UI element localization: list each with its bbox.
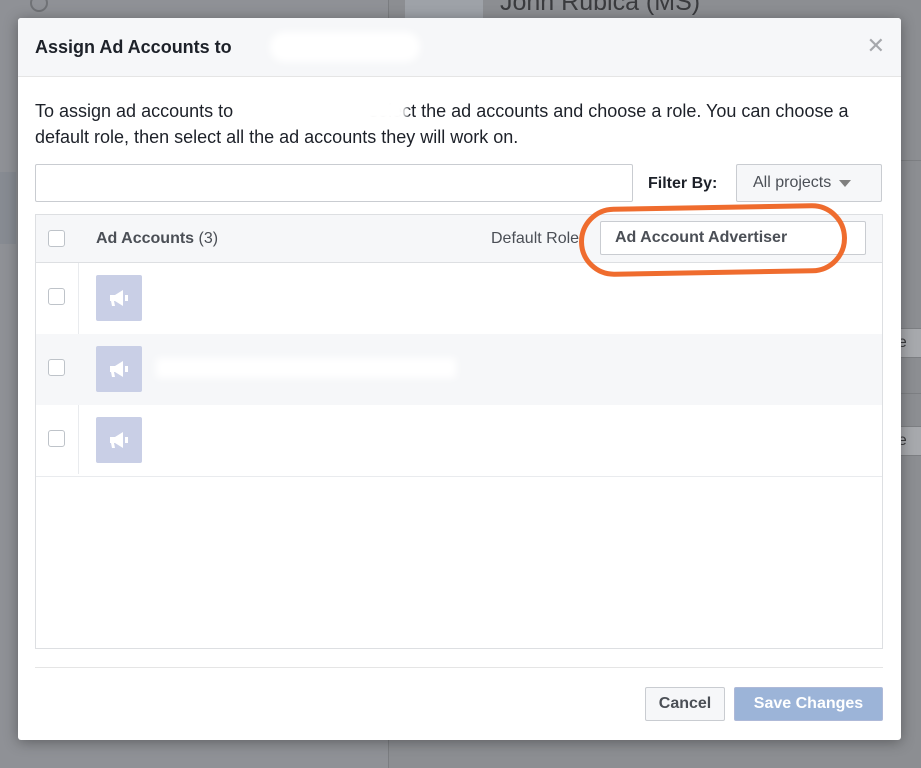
table-header: Ad Accounts (3) Default Role: Ad Account… (36, 202, 882, 278)
footer-divider (35, 667, 883, 668)
table-row[interactable] (36, 334, 882, 405)
redacted-account-name (156, 287, 306, 307)
ad-account-icon (96, 346, 142, 392)
ad-accounts-header-label: Ad Accounts (96, 230, 195, 247)
ad-accounts-table: Ad Accounts (3) Default Role: Ad Account… (35, 202, 883, 649)
cancel-button[interactable]: Cancel (645, 687, 725, 721)
profile-avatar (405, 0, 483, 20)
row-checkbox[interactable] (48, 288, 65, 305)
dialog-header: Assign Ad Accounts to ✕ (18, 18, 901, 77)
dialog-instructions: To assign ad accounts to select the ad ac… (35, 98, 875, 150)
background-profile-name: John Rublca (MS) (500, 0, 701, 16)
ad-accounts-count: (3) (198, 230, 219, 247)
redacted-account-name (156, 429, 236, 449)
chevron-down-icon (839, 179, 852, 187)
ad-accounts-column-header: Ad Accounts (3) (96, 230, 218, 248)
close-icon[interactable]: ✕ (867, 35, 885, 57)
background-divider (900, 393, 921, 394)
ad-account-icon (96, 275, 142, 321)
ad-account-icon (96, 417, 142, 463)
background-divider (900, 160, 921, 161)
select-all-checkbox[interactable] (48, 230, 65, 247)
search-input[interactable] (35, 164, 633, 202)
table-row[interactable] (36, 263, 882, 334)
filter-projects-dropdown[interactable]: All projects (736, 164, 882, 202)
redacted-account-name (156, 358, 456, 378)
background-side-strip (0, 172, 16, 244)
dialog-title: Assign Ad Accounts to (35, 37, 232, 57)
megaphone-icon (110, 432, 128, 448)
filter-dropdown-value: All projects (753, 174, 832, 191)
save-changes-button[interactable]: Save Changes (734, 687, 883, 721)
assign-ad-accounts-dialog: Assign Ad Accounts to ✕ To assign ad acc… (18, 18, 901, 740)
table-row[interactable] (36, 405, 882, 477)
redacted-user-name (270, 32, 420, 62)
instructions-part-1: To assign ad accounts to (35, 101, 234, 121)
row-checkbox[interactable] (48, 359, 65, 376)
redacted-user-name-inline (270, 98, 406, 122)
row-checkbox[interactable] (48, 430, 65, 447)
megaphone-icon (110, 290, 128, 306)
filter-by-label: Filter By: (648, 175, 718, 192)
default-role-label: Default Role: (491, 230, 584, 247)
megaphone-icon (110, 361, 128, 377)
